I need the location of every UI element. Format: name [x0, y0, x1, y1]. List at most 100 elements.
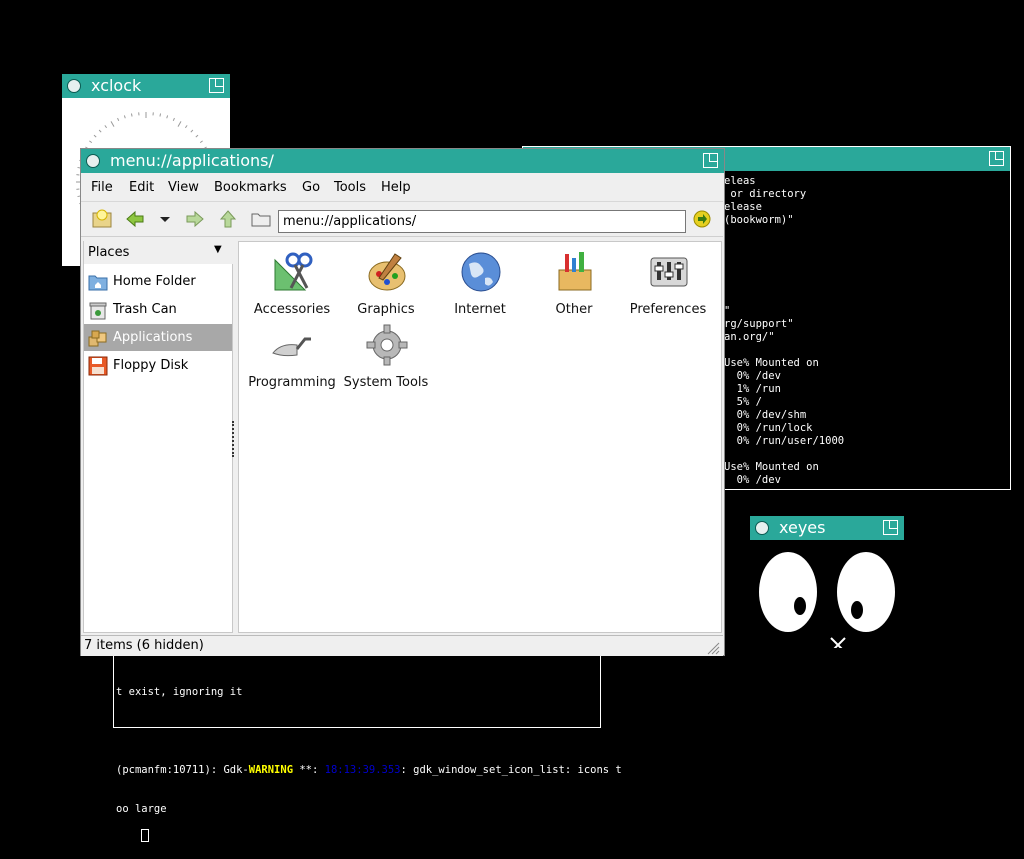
- menu-help[interactable]: Help: [381, 180, 411, 195]
- terminal-line: ​: [724, 279, 844, 292]
- file-view[interactable]: Accessories Graphics Internet Other Pref…: [238, 241, 722, 633]
- app-item-other[interactable]: Other: [526, 248, 622, 318]
- menu-go[interactable]: Go: [302, 180, 320, 195]
- terminal-line: ​: [724, 344, 844, 357]
- system-tools-gear-icon: [365, 323, 409, 367]
- clock-tick: [111, 121, 114, 126]
- clock-tick: [196, 135, 198, 137]
- xeyes-titlebar[interactable]: xeyes: [750, 516, 904, 540]
- clock-tick: [118, 118, 119, 121]
- app-item-internet[interactable]: Internet: [432, 248, 528, 318]
- app-item-graphics[interactable]: Graphics: [338, 248, 434, 318]
- menu-file[interactable]: File: [91, 180, 113, 195]
- trash-can-icon: [88, 300, 108, 320]
- clock-tick: [131, 114, 132, 117]
- terminal-line: (pcmanfm:10711): Gdk-WARNING **: 18:13:3…: [116, 764, 622, 777]
- menu-edit[interactable]: Edit: [129, 180, 154, 195]
- maximize-icon[interactable]: [209, 78, 224, 93]
- terminal-line: ​: [724, 292, 844, 305]
- terminal-line: eleas: [724, 175, 844, 188]
- menu-bar: File Edit View Bookmarks Go Tools Help: [81, 173, 723, 202]
- internet-globe-icon: [459, 250, 503, 294]
- xeyes-window[interactable]: xeyes: [750, 516, 904, 648]
- clock-tick: [173, 118, 174, 121]
- app-item-programming[interactable]: Programming: [244, 321, 340, 391]
- menu-bookmarks[interactable]: Bookmarks: [214, 180, 287, 195]
- preferences-icon: [647, 250, 691, 294]
- home-folder-icon[interactable]: [249, 207, 273, 231]
- clock-tick: [105, 125, 107, 127]
- menu-view[interactable]: View: [168, 180, 199, 195]
- terminal-line: ​: [724, 448, 844, 461]
- clock-tick: [167, 115, 168, 118]
- up-arrow-icon[interactable]: [216, 207, 240, 231]
- address-bar[interactable]: menu://applications/: [278, 210, 686, 233]
- xclock-title: xclock: [91, 76, 141, 95]
- back-arrow-icon[interactable]: [123, 207, 147, 231]
- places-item-home-folder[interactable]: Home Folder: [84, 268, 232, 295]
- history-dropdown-icon[interactable]: [153, 207, 177, 231]
- terminal-line: rg/support": [724, 318, 844, 331]
- maximize-icon[interactable]: [703, 153, 718, 168]
- resize-grip-icon[interactable]: [704, 639, 720, 655]
- clock-tick: [200, 141, 202, 143]
- terminal-line: t exist, ignoring it: [116, 686, 622, 699]
- window-menu-icon[interactable]: [755, 521, 769, 535]
- app-item-accessories[interactable]: Accessories: [244, 248, 340, 318]
- terminal-line: ​: [724, 253, 844, 266]
- window-menu-icon[interactable]: [67, 79, 81, 93]
- terminal-line: elease: [724, 201, 844, 214]
- maximize-icon[interactable]: [989, 151, 1004, 166]
- floppy-disk-icon: [88, 356, 108, 376]
- places-item-applications[interactable]: Applications: [84, 324, 232, 351]
- programming-trowel-icon: [271, 323, 315, 367]
- terminal-output-bottom: t exist, ignoring it ​ (pcmanfm:10711): …: [116, 660, 622, 859]
- clock-tick: [160, 114, 161, 117]
- cross-cursor-icon: [831, 638, 845, 648]
- other-icon: [553, 250, 597, 294]
- forward-arrow-icon[interactable]: [183, 207, 207, 231]
- places-item-trash-can[interactable]: Trash Can: [84, 296, 232, 323]
- terminal-line: 5% /: [724, 396, 844, 409]
- xeyes-title: xeyes: [779, 518, 825, 537]
- status-bar: 7 items (6 hidden): [81, 635, 723, 656]
- clock-tick: [89, 141, 91, 143]
- places-header: Places: [88, 245, 129, 260]
- eyes-graphic: [750, 540, 904, 648]
- file-manager-titlebar[interactable]: menu://applications/: [81, 149, 724, 173]
- new-folder-icon[interactable]: [90, 207, 114, 231]
- terminal-line: or directory: [724, 188, 844, 201]
- chevron-down-icon[interactable]: ▼: [214, 244, 222, 255]
- terminal-line: ​: [724, 227, 844, 240]
- terminal-output: eleas or directoryelease(bookworm)"​​​​​…: [724, 175, 844, 487]
- timestamp-text: 18:13:39.353: [325, 764, 401, 776]
- go-button-icon[interactable]: [690, 207, 714, 231]
- window-menu-icon[interactable]: [86, 154, 100, 168]
- accessories-icon: [271, 250, 315, 294]
- status-text: 7 items (6 hidden): [84, 638, 204, 653]
- terminal-line: 1% /run: [724, 383, 844, 396]
- terminal-line: 0% /run/lock: [724, 422, 844, 435]
- terminal-line: ​: [724, 240, 844, 253]
- window-title: menu://applications/: [110, 151, 274, 170]
- pane-resize-handle[interactable]: [232, 421, 237, 457]
- places-selector[interactable]: Places ▼: [84, 240, 234, 264]
- graphics-icon: [365, 250, 409, 294]
- terminal-line: ​: [724, 266, 844, 279]
- xclock-titlebar[interactable]: xclock: [62, 74, 230, 98]
- terminal-line: an.org/": [724, 331, 844, 344]
- terminal-line: oo large: [116, 803, 622, 816]
- maximize-icon[interactable]: [883, 520, 898, 535]
- places-item-floppy-disk[interactable]: Floppy Disk: [84, 352, 232, 379]
- terminal-line: (bookworm)": [724, 214, 844, 227]
- terminal-cursor: [141, 829, 149, 842]
- terminal-line: 0% /dev/shm: [724, 409, 844, 422]
- menu-tools[interactable]: Tools: [334, 180, 366, 195]
- file-manager-window[interactable]: menu://applications/ File Edit View Book…: [80, 148, 725, 656]
- app-item-preferences[interactable]: Preferences: [620, 248, 716, 318]
- app-item-system-tools[interactable]: System Tools: [338, 321, 434, 391]
- terminal-line: 0% /dev: [724, 370, 844, 383]
- clock-tick: [178, 121, 181, 126]
- applications-icon: [88, 328, 108, 348]
- toolbar: menu://applications/: [81, 202, 723, 237]
